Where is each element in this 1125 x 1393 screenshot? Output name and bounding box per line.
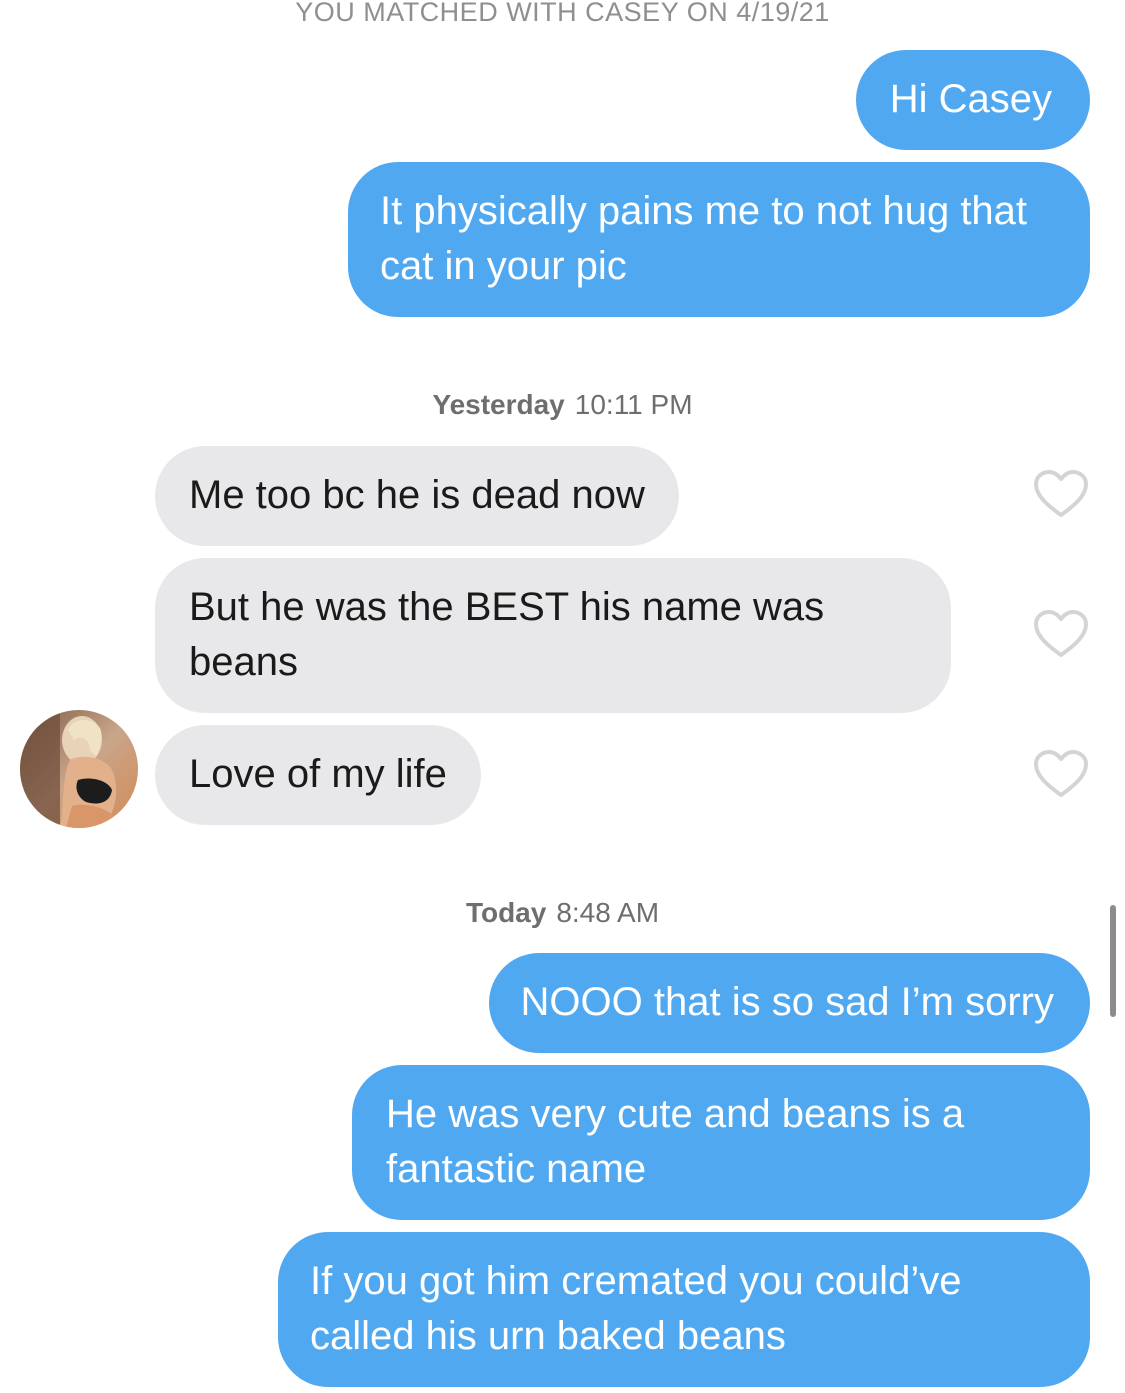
timestamp-today: Today 8:48 AM [0,895,1125,931]
timestamp-day: Yesterday [432,389,565,420]
message-text: But he was the BEST his name was beans [189,585,825,684]
scrollbar[interactable] [1110,905,1116,1017]
match-banner: YOU MATCHED WITH CASEY ON 4/19/21 [295,0,830,27]
message-text: Hi Casey [889,77,1052,121]
heart-outline-icon[interactable] [1032,748,1090,800]
heart-outline-icon[interactable] [1032,468,1090,520]
timestamp-time: 8:48 AM [556,897,660,928]
message-text: Love of my life [189,752,447,796]
message-bubble-incoming[interactable]: But he was the BEST his name was beans [155,558,951,713]
timestamp-yesterday: Yesterday 10:11 PM [0,387,1125,423]
message-text: It physically pains me to not hug that c… [380,189,1028,288]
avatar[interactable] [20,710,138,828]
message-bubble-outgoing[interactable]: He was very cute and beans is a fantasti… [352,1065,1090,1220]
heart-outline-icon[interactable] [1032,608,1090,660]
message-text: If you got him cremated you could’ve cal… [310,1259,962,1358]
message-text: NOOO that is so sad I’m sorry [520,980,1054,1024]
message-bubble-outgoing[interactable]: It physically pains me to not hug that c… [348,162,1090,317]
message-text: Me too bc he is dead now [189,473,645,517]
message-text: He was very cute and beans is a fantasti… [386,1092,965,1191]
message-bubble-outgoing[interactable]: Hi Casey [855,50,1090,150]
message-bubble-outgoing[interactable]: If you got him cremated you could’ve cal… [278,1232,1090,1387]
timestamp-time: 10:11 PM [574,389,693,420]
match-avatar-image [20,710,138,828]
message-bubble-incoming[interactable]: Love of my life [155,725,481,825]
message-bubble-incoming[interactable]: Me too bc he is dead now [155,446,679,546]
timestamp-day: Today [465,897,547,928]
message-bubble-outgoing[interactable]: NOOO that is so sad I’m sorry [488,953,1090,1053]
